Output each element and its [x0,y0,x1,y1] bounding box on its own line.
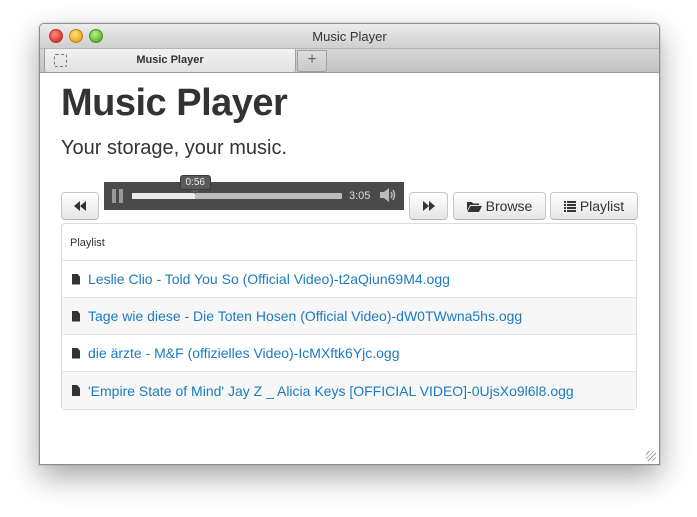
current-time-tooltip: 0:56 [179,175,211,194]
playlist-label: Playlist [579,198,625,214]
playlist-panel: Playlist Leslie Clio - Told You So (Offi… [61,223,637,410]
next-button[interactable] [409,192,448,220]
tab-music-player[interactable]: Music Player [44,49,296,72]
resize-grip[interactable] [646,451,656,461]
playlist-item-link[interactable]: 'Empire State of Mind' Jay Z _ Alicia Ke… [88,383,574,399]
previous-button[interactable] [61,192,99,220]
playlist-button[interactable]: Playlist [550,192,638,220]
forward-icon [422,201,435,211]
pause-icon[interactable] [112,189,124,203]
browser-window: Music Player Music Player + Music Player… [39,23,660,465]
seek-bar[interactable]: 0:56 [132,175,342,199]
playlist-item[interactable]: die ärzte - M&F (offizielles Video)-IcMX… [62,335,636,372]
file-icon [72,310,80,322]
file-icon [72,347,80,359]
seek-progress [132,193,195,199]
list-icon [563,200,576,212]
player-controls: 0:56 3:05 Browse Playlist [61,175,638,220]
duration-label: 3:05 [349,190,371,202]
playlist-item[interactable]: 'Empire State of Mind' Jay Z _ Alicia Ke… [62,372,636,409]
tab-label: Music Player [136,54,204,66]
browse-button[interactable]: Browse [453,192,546,220]
title-bar: Music Player [40,24,659,49]
window-title: Music Player [312,29,387,44]
new-tab-button[interactable]: + [297,50,327,72]
playlist-item[interactable]: Leslie Clio - Told You So (Official Vide… [62,261,636,298]
file-icon [72,273,80,285]
backward-icon [74,201,86,211]
page-title: Music Player [61,82,288,124]
file-icon [72,385,80,396]
page-subtitle: Your storage, your music. [61,137,288,159]
folder-open-icon [466,201,482,212]
playlist-heading: Playlist [62,224,636,261]
playlist-item[interactable]: Tage wie diese - Die Toten Hosen (Offici… [62,298,636,335]
browse-label: Browse [485,198,533,214]
playlist-item-link[interactable]: Tage wie diese - Die Toten Hosen (Offici… [88,308,522,324]
playlist-list: Leslie Clio - Told You So (Official Vide… [62,261,636,409]
playlist-item-link[interactable]: Leslie Clio - Told You So (Official Vide… [88,271,450,287]
volume-icon[interactable] [380,188,396,205]
tab-bar: Music Player + [40,49,659,73]
playlist-item-link[interactable]: die ärzte - M&F (offizielles Video)-IcMX… [88,345,400,361]
audio-player: 0:56 3:05 [104,175,404,210]
